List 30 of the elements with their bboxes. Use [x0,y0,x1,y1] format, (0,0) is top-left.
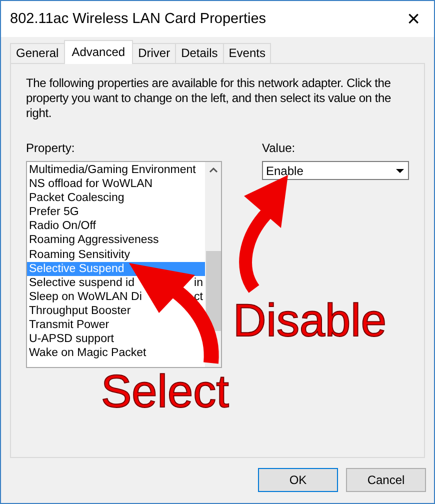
annotation-label: Disable [233,297,386,343]
list-item[interactable]: Prefer 5G [27,205,205,220]
description-text: The following properties are available for this network adapter. Click the property you want to change on the left, and then select its value on the right. [26,76,392,121]
value-dropdown[interactable]: Enable [262,161,409,180]
close-button[interactable]: × [407,8,420,30]
value-label: Value: [262,141,296,155]
list-item[interactable]: Wake on Magic Packet [27,346,205,360]
dialog-button[interactable]: Cancel [346,468,426,492]
property-list[interactable] [26,161,222,368]
list-item[interactable]: Radio On/Off [27,219,205,234]
list-item[interactable]: Transmit Power [27,318,205,332]
list-item[interactable]: Selective suspend id in [27,276,205,290]
tab[interactable]: Advanced [64,40,134,64]
list-item[interactable]: Roaming Sensitivity [27,248,205,262]
list-item[interactable]: U-APSD support [27,332,205,346]
scroll-up-icon[interactable] [208,167,218,173]
dialog-button[interactable]: OK [258,468,338,492]
tab[interactable]: Events [222,43,272,63]
tab[interactable]: General [10,43,65,63]
list-item[interactable]: Sleep on WoWLAN Di ct [27,290,205,304]
property-label: Property: [26,141,76,155]
list-item[interactable]: NS offload for WoWLAN [27,177,205,192]
annotation-label: Select [101,368,229,414]
list-item[interactable]: Packet Coalescing [27,191,205,206]
scrollbar-thumb[interactable] [206,251,220,331]
window-title: 802.11ac Wireless LAN Card Properties [10,11,266,27]
list-item[interactable]: Throughput Booster [27,304,205,318]
list-item[interactable]: Roaming Aggressiveness [27,233,205,248]
caret-icon [396,168,404,172]
list-item[interactable]: Multimedia/Gaming Environment [27,163,205,178]
